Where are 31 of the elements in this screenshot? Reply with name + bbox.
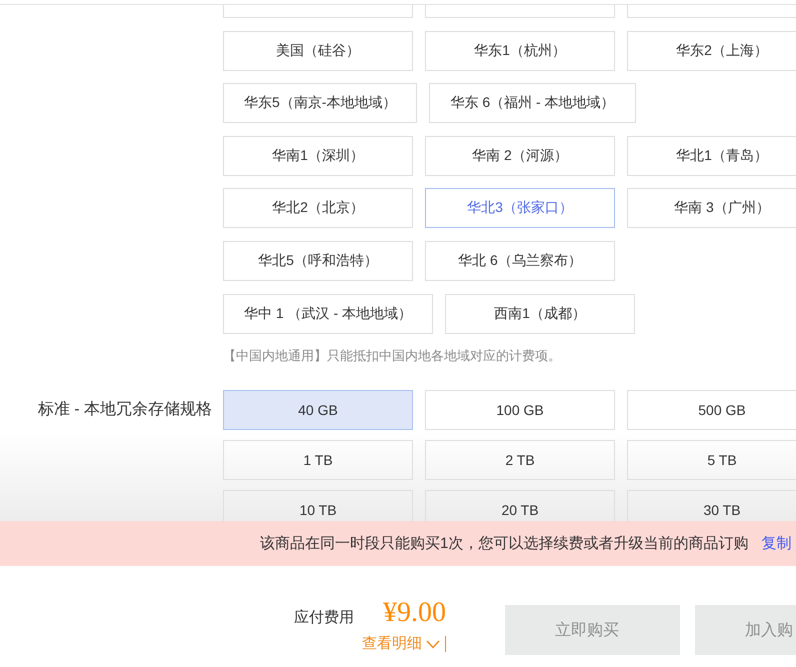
price: ¥9.00 (383, 596, 446, 630)
region-button[interactable]: 华北3（张家口） (425, 188, 615, 228)
region-button[interactable]: 华中 1 （武汉 - 本地地域） (223, 294, 434, 334)
size-option-button[interactable]: 1 TB (223, 440, 413, 480)
region-note: 【中国内地通用】只能抵扣中国内地各地域对应的计费项。 (223, 346, 561, 365)
region-button[interactable]: 华南 3（广州） (627, 188, 796, 228)
region-button[interactable]: 华东2（上海） (627, 30, 796, 71)
region-button[interactable] (627, 5, 796, 18)
region-button[interactable] (425, 5, 615, 18)
region-button[interactable]: 华东 6（福州 - 本地地域） (429, 83, 636, 124)
region-button[interactable]: 西南1（成都） (445, 294, 636, 334)
region-button[interactable]: 华南1（深圳） (223, 136, 413, 176)
region-button[interactable]: 华南 2（河源） (425, 136, 615, 176)
size-option-button[interactable]: 100 GB (425, 390, 615, 430)
fee-label: 应付费用 (294, 608, 354, 628)
region-button[interactable]: 华北5（呼和浩特） (223, 240, 413, 281)
notice-text: 该商品在同一时段只能购买1次，您可以选择续费或者升级当前的商品订购 (260, 534, 748, 553)
region-button[interactable]: 美国（硅谷） (223, 30, 413, 71)
region-button[interactable] (223, 5, 413, 18)
region-button[interactable]: 华北 6（乌兰察布） (425, 240, 615, 281)
size-option-button[interactable]: 5 TB (627, 440, 796, 480)
region-button[interactable]: 华东5（南京-本地地域） (223, 83, 418, 124)
storage-label: 标准 - 本地冗余存储规格 (38, 400, 212, 420)
region-button[interactable]: 华北1（青岛） (627, 136, 796, 176)
region-button[interactable]: 华北2（北京） (223, 188, 413, 228)
size-option-button[interactable]: 500 GB (627, 390, 796, 430)
size-option-button[interactable]: 2 TB (425, 440, 615, 480)
copy-link[interactable]: 复制 (761, 534, 792, 553)
chevron-down-icon (426, 640, 440, 648)
region-button[interactable]: 华东1（杭州） (425, 30, 615, 71)
size-option-button[interactable]: 40 GB (223, 390, 413, 430)
